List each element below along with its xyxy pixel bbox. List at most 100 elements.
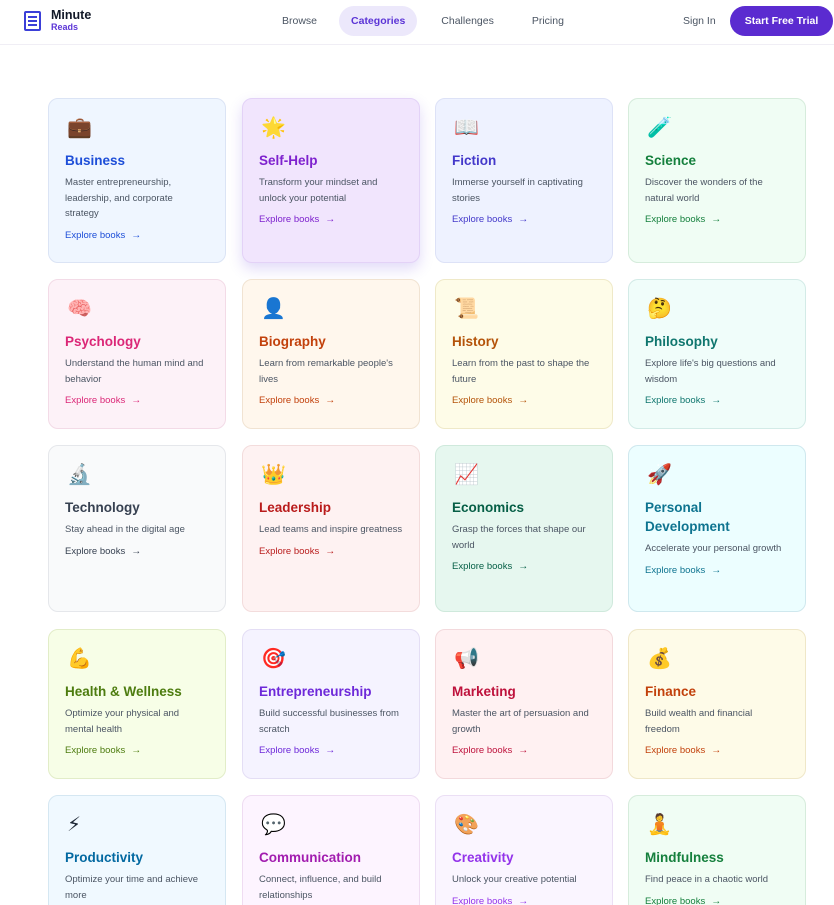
explore-books-link[interactable]: Explore books → — [452, 745, 596, 756]
arrow-right-icon: → — [325, 395, 336, 406]
test-tube-icon: 🧪 — [647, 115, 672, 139]
category-card[interactable]: 🤔 Philosophy Explore life's big questions … — [628, 279, 806, 429]
nav-pricing[interactable]: Pricing — [520, 6, 576, 36]
explore-books-link[interactable]: Explore books → — [65, 745, 209, 756]
flexed-biceps-icon: 💪 — [67, 646, 92, 670]
microscope-icon: 🔬 — [67, 462, 92, 486]
explore-books-label: Explore books — [452, 561, 513, 572]
nav-categories[interactable]: Categories — [339, 6, 418, 36]
book-icon — [24, 11, 41, 31]
explore-books-link[interactable]: Explore books → — [645, 565, 789, 576]
category-card[interactable]: 🧘 Mindfulness Find peace in a chaotic worl… — [628, 795, 806, 905]
category-card[interactable]: 🔬 Technology Stay ahead in the digital age… — [48, 445, 226, 612]
explore-books-label: Explore books — [452, 395, 513, 406]
category-card[interactable]: 💪 Health & Wellness Optimize your physical… — [48, 629, 226, 779]
category-description: Learn from the past to shape the future — [452, 358, 590, 385]
explore-books-label: Explore books — [645, 395, 706, 406]
arrow-right-icon: → — [518, 214, 529, 225]
category-card[interactable]: 💼 Business Master entrepreneurship, leader… — [48, 98, 226, 263]
category-card[interactable]: 🌟 Self-Help Transform your mindset and unl… — [242, 98, 420, 263]
category-card[interactable]: 👤 Biography Learn from remarkable people's… — [242, 279, 420, 429]
category-description: Find peace in a chaotic world — [645, 874, 769, 885]
speech-bubble-icon: 💬 — [261, 812, 286, 836]
category-card[interactable]: 📜 History Learn from the past to shape the… — [435, 279, 613, 429]
category-card[interactable]: 🧪 Science Discover the wonders of the natu… — [628, 98, 806, 263]
arrow-right-icon: → — [325, 745, 336, 756]
explore-books-label: Explore books — [645, 214, 706, 225]
category-card[interactable]: 📢 Marketing Master the art of persuasion a… — [435, 629, 613, 779]
explore-books-link[interactable]: Explore books → — [645, 896, 789, 905]
explore-books-label: Explore books — [259, 214, 320, 225]
sign-in-link[interactable]: Sign In — [683, 15, 716, 27]
explore-books-label: Explore books — [65, 229, 126, 241]
explore-books-link[interactable]: Explore books → — [65, 230, 209, 241]
category-description: Transform your mindset and unlock your p… — [259, 177, 378, 204]
explore-books-link[interactable]: Explore books → — [452, 214, 596, 225]
category-title: Creativity — [452, 850, 514, 865]
palette-icon: 🎨 — [454, 812, 479, 836]
explore-books-label: Explore books — [452, 895, 513, 905]
category-card[interactable]: 📖 Fiction Immerse yourself in captivating … — [435, 98, 613, 263]
explore-books-link[interactable]: Explore books → — [65, 546, 209, 557]
explore-books-link[interactable]: Explore books → — [452, 561, 596, 572]
category-title: Philosophy — [645, 334, 718, 349]
explore-books-label: Explore books — [645, 745, 706, 756]
explore-books-link[interactable]: Explore books → — [645, 395, 789, 406]
arrow-right-icon: → — [518, 395, 529, 406]
category-card[interactable]: 💰 Finance Build wealth and financial freed… — [628, 629, 806, 779]
arrow-right-icon: → — [711, 395, 722, 406]
crown-icon: 👑 — [261, 462, 286, 486]
category-description: Learn from remarkable people's lives — [259, 358, 393, 385]
category-title: Marketing — [452, 684, 516, 699]
explore-books-label: Explore books — [645, 895, 706, 905]
category-title: Self-Help — [259, 153, 318, 168]
explore-books-link[interactable]: Explore books → — [259, 214, 403, 225]
category-title: Mindfulness — [645, 850, 724, 865]
category-card[interactable]: 👑 Leadership Lead teams and inspire greatn… — [242, 445, 420, 612]
category-title: Business — [65, 153, 126, 168]
nav-challenges[interactable]: Challenges — [429, 6, 506, 36]
category-card[interactable]: 🚀 Personal Development Accelerate your per… — [628, 445, 806, 612]
arrow-right-icon: → — [711, 214, 722, 225]
explore-books-link[interactable]: Explore books → — [259, 546, 403, 557]
meditation-icon: 🧘 — [647, 812, 672, 836]
explore-books-link[interactable]: Explore books → — [645, 745, 789, 756]
explore-books-link[interactable]: Explore books → — [452, 395, 596, 406]
explore-books-link[interactable]: Explore books → — [452, 896, 596, 905]
start-free-trial-button[interactable]: Start Free Trial — [730, 6, 833, 36]
category-card[interactable]: 🎨 Creativity Unlock your creative potentia… — [435, 795, 613, 905]
category-card[interactable]: ⚡ Productivity Optimize your time and achi… — [48, 795, 226, 905]
nav-browse[interactable]: Browse — [270, 6, 329, 36]
category-title: Finance — [645, 684, 697, 699]
category-card[interactable]: 🎯 Entrepreneurship Build successful busine… — [242, 629, 420, 779]
category-description: Build successful businesses from scratch — [259, 708, 399, 735]
arrow-right-icon: → — [131, 745, 142, 756]
explore-books-link[interactable]: Explore books → — [259, 745, 403, 756]
open-book-icon: 📖 — [454, 115, 479, 139]
category-card[interactable]: 🧠 Psychology Understand the human mind and… — [48, 279, 226, 429]
brand-name: Minute — [51, 8, 92, 22]
explore-books-link[interactable]: Explore books → — [645, 214, 789, 225]
category-description: Optimize your time and achieve more — [65, 874, 199, 901]
category-description: Discover the wonders of the natural worl… — [645, 177, 763, 204]
category-card[interactable]: 💬 Communication Connect, influence, and bu… — [242, 795, 420, 905]
sparkle-star-icon: 🌟 — [261, 115, 286, 139]
category-description: Connect, influence, and build relationsh… — [259, 874, 382, 901]
arrow-right-icon: → — [711, 895, 722, 905]
explore-books-label: Explore books — [65, 545, 126, 557]
brand-logo[interactable]: Minute Reads — [24, 9, 91, 32]
category-description: Immerse yourself in captivating stories — [452, 177, 583, 204]
explore-books-link[interactable]: Explore books → — [65, 395, 209, 406]
category-card[interactable]: 📈 Economics Grasp the forces that shape ou… — [435, 445, 613, 612]
arrow-right-icon: → — [325, 214, 336, 225]
category-description: Stay ahead in the digital age — [65, 524, 185, 535]
explore-books-link[interactable]: Explore books → — [259, 395, 403, 406]
chart-increasing-icon: 📈 — [454, 462, 479, 486]
scroll-icon: 📜 — [454, 296, 479, 320]
category-description: Build wealth and financial freedom — [645, 708, 753, 735]
arrow-right-icon: → — [518, 895, 529, 905]
explore-books-label: Explore books — [65, 745, 126, 756]
category-description: Unlock your creative potential — [452, 874, 577, 885]
rocket-icon: 🚀 — [647, 462, 672, 486]
category-title: Psychology — [65, 334, 141, 349]
